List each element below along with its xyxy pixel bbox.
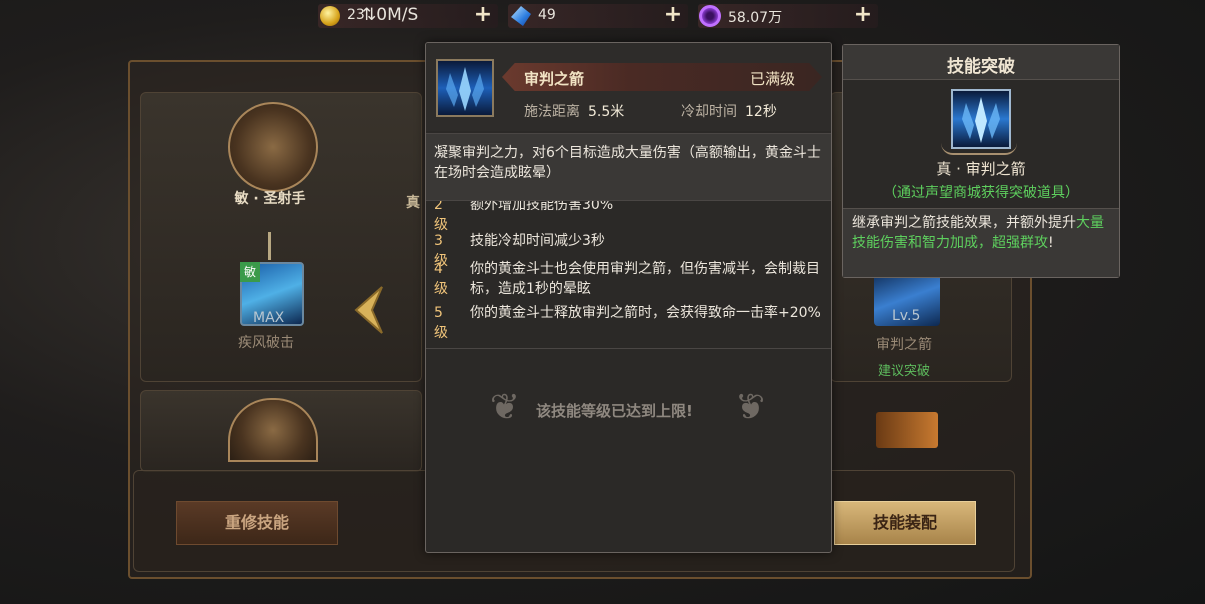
agility-badge: 敏 [240,262,260,282]
max-level-status: 已满级 [750,70,796,88]
skill-description: 凝聚审判之力，对6个目标造成大量伤害（高额输出，黄金斗士在场时会造成眩晕） [434,145,821,181]
right-skill-level: Lv.5 [892,308,921,324]
cast-range-value: 5.5米 [588,104,625,120]
class-label: 敏 · 圣射手 [234,191,306,207]
purple-value: 58.07万 [728,10,783,26]
level-cap-message: 该技能等级已达到上限! [536,402,693,420]
purple-pill [698,4,878,28]
left-skill-name: 疾风破击 [238,335,294,351]
level-effect: 你的黄金斗士也会使用审判之箭，但伤害减半，会制裁目标，造成1秒的晕眩 [470,261,820,297]
cooldown-label: 冷却时间 [681,104,737,120]
add-purple-button[interactable]: + [853,4,873,26]
chevron-left-icon[interactable] [348,285,384,335]
skill-link-line [268,232,271,260]
archer-class-emblem-icon [228,102,318,192]
breakthrough-title: 技能突破 [947,57,1015,77]
cast-range-label: 施法距离 [524,104,580,120]
right-skill-hint: 建议突破 [878,364,931,379]
level-effects-list[interactable]: 2级 额外增加技能伤害30% 3级 技能冷却时间减少3秒 4级 你的黄金斗士也会… [426,201,831,347]
left-skill-level: MAX [253,310,285,326]
icon-pedestal [941,143,1017,155]
level-effect: 技能冷却时间减少3秒 [470,233,605,249]
level-effect: 你的黄金斗士释放审判之箭时，会获得致命一击率+20% [470,305,821,321]
net-speed-value: 0M/S [376,5,419,25]
skill-title: 审判之箭 [524,70,585,88]
right-skill-name: 审判之箭 [876,337,932,353]
cast-range: 施法距离 5.5米 [524,101,624,121]
desc-part: 继承审判之箭技能效果，并额外提升 [852,215,1076,231]
level-effect: 额外增加技能伤害30% [470,201,614,213]
breakthrough-skill-name: 真 · 审判之箭 [936,160,1026,178]
divider [426,348,831,349]
true-judgment-arrow-icon [951,89,1011,149]
judgment-arrow-icon [436,59,494,117]
transfer-arrows-icon: ⇅ [362,5,377,25]
breakthrough-description: 继承审判之箭技能效果，并额外提升大量技能伤害和智力加成，超强群攻! [852,213,1114,253]
laurel-right-icon: ❦ [734,387,766,428]
reset-skills-button[interactable]: 重修技能 [176,501,338,545]
level-number: 2级 [434,201,448,233]
breakthrough-popup: 技能突破 真 · 审判之箭 （通过声望商城获得突破道具） 继承审判之箭技能效果，… [842,44,1120,278]
purple-currency-icon [699,5,721,27]
add-gem-button[interactable]: + [663,4,683,26]
skill-detail-popup: 审判之箭 已满级 施法距离 5.5米 冷却时间 12秒 凝聚审判之力，对6个目标造成… [425,42,832,553]
gold-coin-icon [320,6,340,26]
desc-end: ! [1048,235,1054,251]
laurel-left-icon: ❦ [489,387,521,428]
net-speed-indicator: ⇅0M/S [362,5,418,25]
equip-skills-button[interactable]: 技能装配 [834,501,976,545]
cooldown-value: 12秒 [745,104,777,120]
cooldown: 冷却时间 12秒 [681,101,777,121]
level-number: 4级 [434,261,448,297]
add-gold-button[interactable]: + [473,4,493,26]
gem-pill [508,4,688,28]
fire-skill-icon [876,412,938,448]
partial-class-label: 真 [406,195,420,211]
gem-value: 49 [538,7,556,23]
breakthrough-source: （通过声望商城获得突破道具） [883,185,1079,201]
level-number: 5级 [434,305,448,341]
